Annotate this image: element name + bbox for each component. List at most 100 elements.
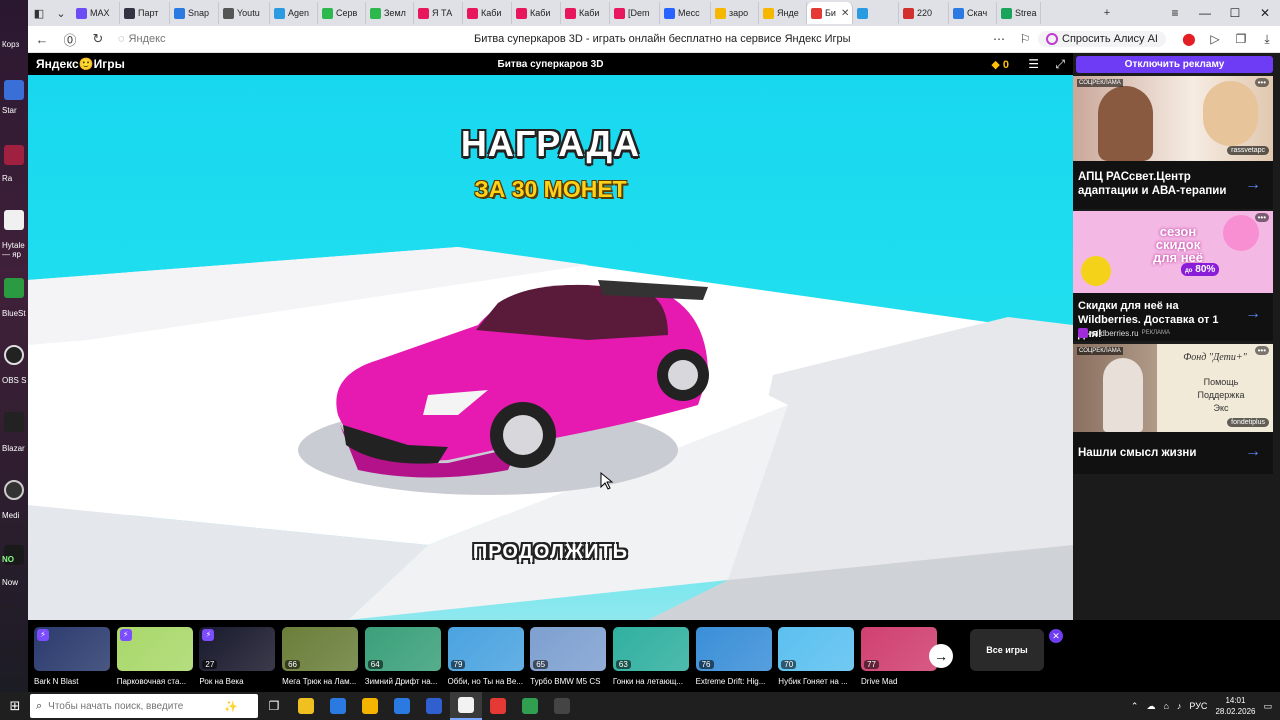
browser-tab[interactable]: MAX (72, 2, 120, 24)
more-options-icon[interactable]: ⋯ (986, 26, 1012, 53)
task-view-button[interactable]: ❐ (258, 692, 290, 720)
blazar-app-icon[interactable] (4, 412, 24, 432)
yandex-home-icon[interactable]: ⓪ (56, 26, 84, 53)
arrow-right-icon[interactable]: → (1245, 176, 1261, 194)
ad-more-icon[interactable]: ••• (1254, 213, 1269, 222)
browser-tab[interactable]: Скач (949, 2, 997, 24)
reload-button[interactable]: ↻ (84, 26, 112, 53)
browser-tab[interactable]: Земл (366, 2, 414, 24)
browser-tab[interactable] (853, 2, 899, 24)
bookmark-icon[interactable]: ⚐ (1012, 26, 1038, 53)
ad-more-icon[interactable]: ••• (1254, 346, 1269, 355)
ad-card-fond[interactable]: Фонд "Дети+" Помощь Поддержка Экс СОЦРЕК… (1073, 344, 1273, 474)
taskbar-app-icon[interactable] (450, 692, 482, 720)
game-card[interactable]: 77 Drive Mad (861, 627, 937, 686)
continue-button[interactable]: ПРОДОЛЖИТЬ (28, 541, 1073, 564)
taskbar-app-icon[interactable] (514, 692, 546, 720)
menu-icon[interactable]: ☰ (1028, 57, 1039, 71)
rail-close-button[interactable]: ✕ (1049, 629, 1063, 643)
taskbar-app-icon[interactable] (386, 692, 418, 720)
maximize-button[interactable]: ☐ (1220, 0, 1250, 26)
browser-tab[interactable]: Strea (997, 2, 1041, 24)
browser-tab[interactable]: Парт (120, 2, 170, 24)
address-input[interactable] (128, 29, 339, 49)
taskbar-app-icon[interactable] (354, 692, 386, 720)
browser-tab[interactable]: Серв (318, 2, 366, 24)
tray-chevron-icon[interactable]: ⌃ (1131, 701, 1139, 712)
ad-card-wildberries[interactable]: сезон скидок для неё до 80% ••• Скидки д… (1073, 211, 1273, 341)
game-card[interactable]: 66 Мега Трюк на Лам... (282, 627, 359, 686)
rail-next-button[interactable]: → (929, 644, 953, 668)
tabs-menu-icon[interactable]: ≡ (1160, 0, 1190, 26)
taskbar-app-icon[interactable] (322, 692, 354, 720)
collections-icon[interactable]: ❐ (1228, 26, 1254, 53)
coin-balance[interactable]: ◆ 0 (991, 58, 1009, 71)
new-tab-button[interactable]: + (1096, 2, 1118, 24)
browser-tab[interactable]: заро (711, 2, 759, 24)
browser-tab[interactable]: Би ✕ (807, 2, 853, 24)
game-card[interactable]: ⚡ 27 Рок на Века (199, 627, 276, 686)
browser-tab[interactable]: 220 (899, 2, 949, 24)
tray-network-icon[interactable]: ⌂ (1163, 701, 1168, 711)
fullscreen-icon[interactable]: ⤢ (1055, 57, 1065, 72)
chevron-down-icon[interactable]: ⌄ (50, 2, 72, 24)
game-card[interactable]: 76 Extreme Drift: Hig... (695, 627, 772, 686)
browser-tab[interactable]: Snap (170, 2, 219, 24)
start-button[interactable]: ⊞ (0, 692, 30, 720)
tray-volume-icon[interactable]: ♪ (1177, 701, 1182, 711)
close-tab-icon[interactable]: ✕ (841, 8, 849, 19)
taskbar-app-icon[interactable] (482, 692, 514, 720)
notifications-icon[interactable]: ▭ (1263, 701, 1272, 712)
browser-tab[interactable]: Agen (270, 2, 318, 24)
browser-tab[interactable]: Youtu (219, 2, 270, 24)
obs-app-icon[interactable] (4, 345, 24, 365)
address-bar: ← ⓪ ↻ ◌ Битва суперкаров 3D - играть онл… (28, 26, 1280, 53)
browser-tab[interactable]: Янде (759, 2, 807, 24)
ask-alice-button[interactable]: Спросить Алису AI (1038, 31, 1166, 47)
browser-tab[interactable]: [Dem (610, 2, 660, 24)
keyboard-language[interactable]: РУС (1189, 701, 1207, 711)
browser-tab[interactable]: Я ТА (414, 2, 463, 24)
taskbar-app-icon[interactable] (418, 692, 450, 720)
browser-tab[interactable]: Каби (561, 2, 610, 24)
game-card[interactable]: 79 Обби, но Ты на Ве... (447, 627, 524, 686)
opera-extension-icon[interactable]: ⬤ (1176, 26, 1202, 53)
tab-actions-icon[interactable]: ◧ (28, 2, 50, 24)
media-play-icon[interactable]: ▷ (1202, 26, 1228, 53)
ad-card-rassvet[interactable]: СОЦРЕКЛАМА ••• rassvetapc АПЦ РАСсвет.Це… (1073, 76, 1273, 209)
ad-person-figure (1098, 86, 1153, 161)
arrow-right-icon[interactable]: → (1245, 443, 1261, 461)
browser-tab[interactable]: Каби (512, 2, 561, 24)
taskbar-app-icon[interactable] (546, 692, 578, 720)
taskbar-search-input[interactable] (48, 700, 219, 712)
all-games-button[interactable]: Все игры (970, 629, 1044, 671)
game-canvas[interactable]: НАГРАДА ЗА 30 МОНЕТ ПРОДОЛЖИТЬ (28, 75, 1073, 620)
star-app-icon[interactable] (4, 80, 24, 100)
tray-cloud-icon[interactable]: ☁ (1146, 701, 1155, 712)
hytale-app-icon[interactable] (4, 210, 24, 230)
close-window-button[interactable]: ✕ (1250, 0, 1280, 26)
downloads-icon[interactable]: ⤓ (1254, 26, 1280, 53)
game-card[interactable]: 64 Зимний Дрифт на... (364, 627, 441, 686)
game-card[interactable]: ⚡ Bark N Blast (34, 627, 110, 686)
clock[interactable]: 14:01 28.02.2026 (1215, 695, 1255, 717)
game-card[interactable]: 63 Гонки на летающ... (612, 627, 689, 686)
browser-tab[interactable]: Месс (660, 2, 711, 24)
taskbar-search[interactable]: ⌕ ✨ (30, 694, 258, 718)
taskbar-app-icon[interactable] (290, 692, 322, 720)
arrow-right-icon[interactable]: → (1245, 305, 1261, 323)
game-card[interactable]: 70 Нубик Гоняет на ... (778, 627, 855, 686)
disable-ads-button[interactable]: Отключить рекламу (1076, 56, 1273, 73)
yandex-games-logo[interactable]: Яндекс🙂Игры (36, 57, 125, 71)
bluestacks-app-icon[interactable] (4, 278, 24, 298)
ad-more-icon[interactable]: ••• (1254, 78, 1269, 87)
browser-tab[interactable]: Каби (463, 2, 512, 24)
ra-app-icon[interactable] (4, 145, 24, 165)
security-shield-icon[interactable]: ◌ (118, 33, 125, 45)
minimize-button[interactable]: — (1190, 0, 1220, 26)
media-app-icon[interactable] (4, 480, 24, 500)
game-card[interactable]: 65 Турбо BMW M5 CS (530, 627, 607, 686)
ad-list: Помощь Поддержка Экс (1183, 376, 1259, 415)
game-card[interactable]: ⚡ Парковочная ста... (116, 627, 193, 686)
back-button[interactable]: ← (28, 26, 56, 53)
